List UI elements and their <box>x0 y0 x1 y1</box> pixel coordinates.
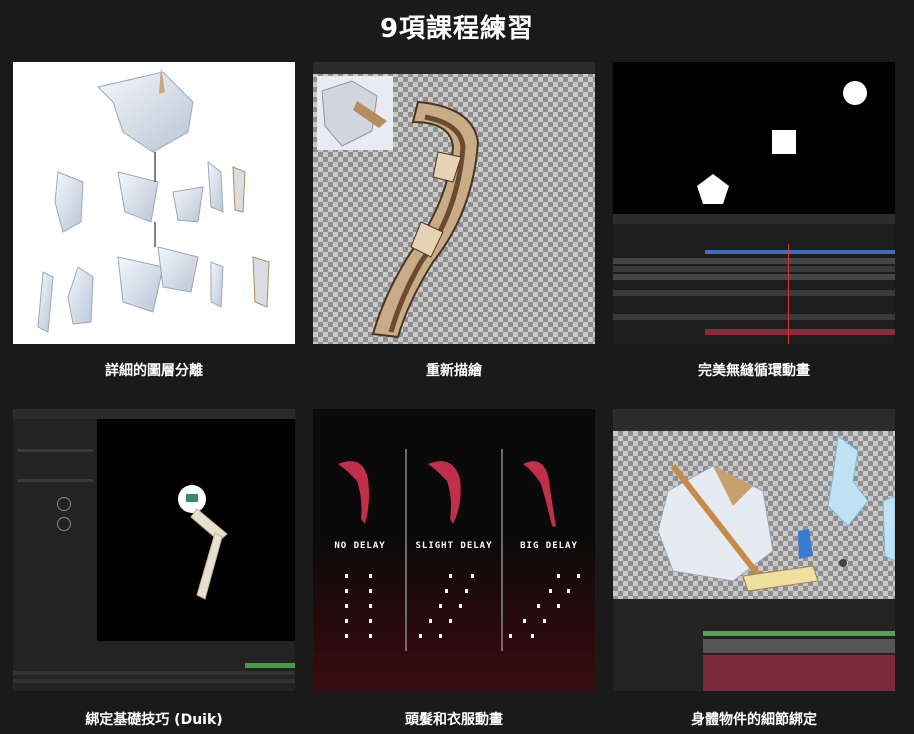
thumbnail-hair-cloth: NO DELAY SLIGHT DELAY BIG DELAY <box>313 409 595 691</box>
thumbnail-body-rigging <box>613 409 895 691</box>
page-title: 9項課程練習 <box>379 14 535 44</box>
course-caption: 詳細的圖層分離 <box>105 363 203 379</box>
timeline-panel <box>613 214 895 344</box>
rig-preview <box>178 485 228 600</box>
pentagon-shape <box>697 174 729 204</box>
course-caption: 綁定基礎技巧 (Duik) <box>85 712 223 728</box>
shape-preview <box>697 81 867 204</box>
label-no-delay: NO DELAY <box>334 541 385 551</box>
keyframe-markers <box>345 574 580 638</box>
course-caption: 完美無縫循環動畫 <box>698 363 810 379</box>
thumbnail-layer-separation <box>13 62 295 344</box>
course-caption: 頭髮和衣服動畫 <box>405 712 503 728</box>
layer-pieces-illustration <box>37 67 270 333</box>
thumbnail-duik-rigging <box>13 409 295 691</box>
delay-comparison: NO DELAY SLIGHT DELAY BIG DELAY <box>334 449 580 651</box>
label-big-delay: BIG DELAY <box>520 541 578 551</box>
ae-toolbar <box>13 409 295 419</box>
thumbnail-redraw <box>313 62 595 344</box>
label-slight-delay: SLIGHT DELAY <box>415 541 492 551</box>
duik-panel <box>13 419 97 641</box>
course-caption: 身體物件的細節綁定 <box>691 712 817 728</box>
timeline-panel <box>613 599 895 691</box>
thumbnail-seamless-loop <box>613 62 895 344</box>
bow-illustration <box>371 100 480 339</box>
timeline-panel <box>13 641 295 691</box>
circle-shape <box>843 81 867 105</box>
composition-viewer <box>613 431 895 599</box>
course-caption: 重新描繪 <box>426 363 482 379</box>
ae-toolbar <box>613 409 895 431</box>
square-shape <box>772 130 796 154</box>
